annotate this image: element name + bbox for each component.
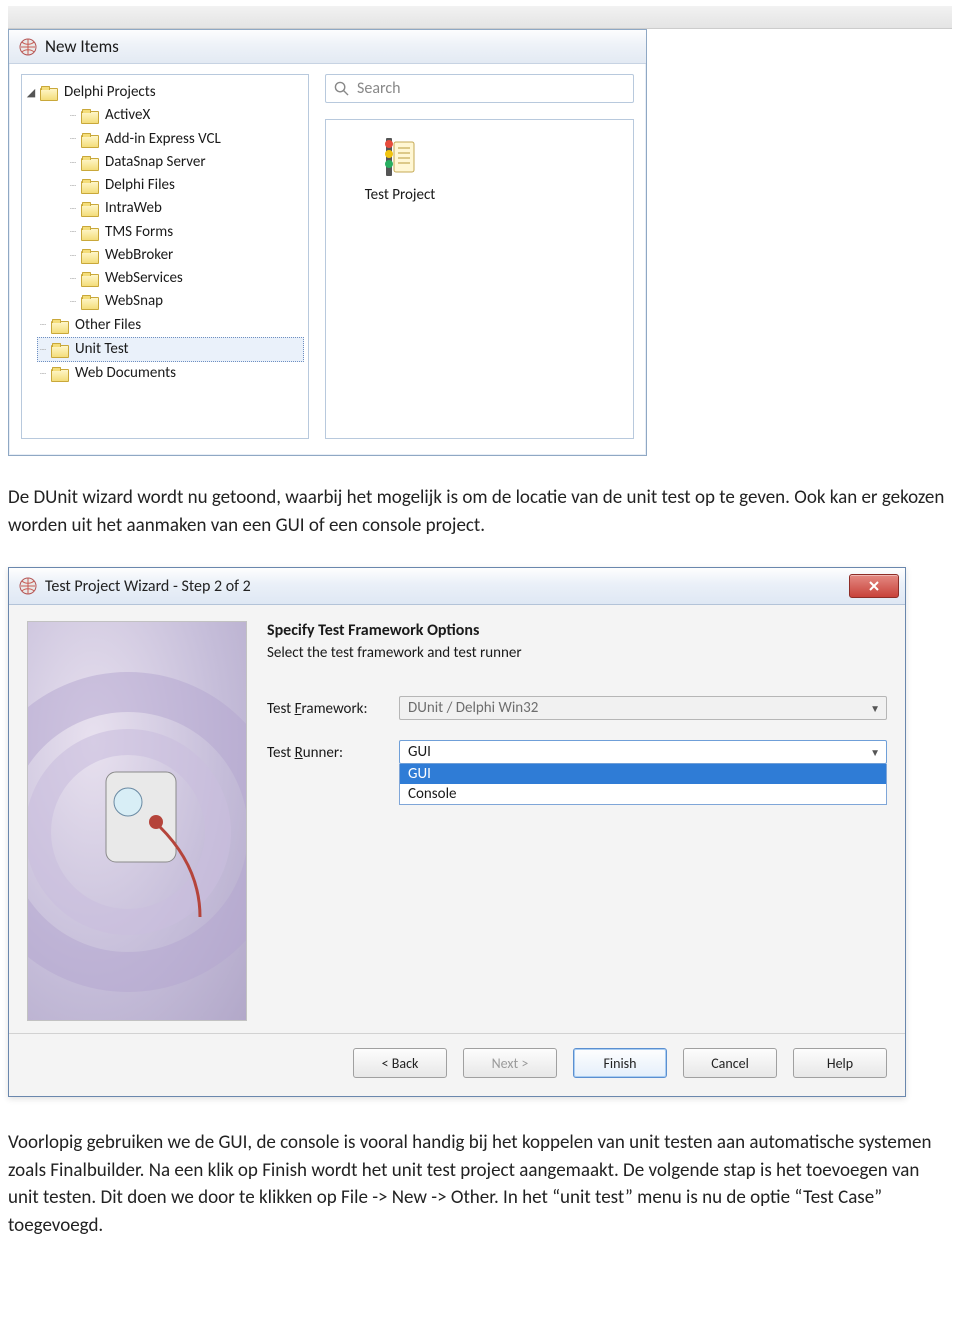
- tree-label: Other Files: [75, 314, 141, 337]
- runner-option-gui[interactable]: GUI: [400, 764, 886, 784]
- new-items-title: New Items: [45, 36, 119, 57]
- tree-connector-icon: ┈: [70, 178, 75, 194]
- help-button[interactable]: Help: [793, 1048, 887, 1078]
- wizard-titlebar: Test Project Wizard - Step 2 of 2: [9, 568, 905, 605]
- finish-button[interactable]: Finish: [573, 1048, 667, 1078]
- tree-connector-icon: ┈: [40, 342, 45, 358]
- background-toolbar-scrap: [8, 6, 952, 29]
- cancel-button[interactable]: Cancel: [683, 1048, 777, 1078]
- folder-icon: [81, 109, 97, 122]
- tree-connector-icon: ┈: [70, 131, 75, 147]
- folder-icon: [81, 226, 97, 239]
- tree-label: WebServices: [105, 267, 183, 290]
- paragraph-1: De DUnit wizard wordt nu getoond, waarbi…: [8, 484, 952, 539]
- tree-label: Delphi Projects: [64, 81, 156, 104]
- search-icon: [334, 81, 349, 96]
- tree-item-tmsforms[interactable]: ┈ TMS Forms: [70, 221, 304, 244]
- tree-connector-icon: ┈: [70, 108, 75, 124]
- runner-dropdown: GUI Console: [399, 764, 887, 805]
- folder-icon: [81, 202, 97, 215]
- paragraph-2: Voorlopig gebruiken we de GUI, de consol…: [8, 1129, 952, 1239]
- search-input[interactable]: Search: [325, 74, 634, 103]
- tree-connector-icon: ┈: [70, 155, 75, 171]
- tree-item-otherfiles[interactable]: ┈ Other Files: [40, 314, 304, 337]
- tree-label: TMS Forms: [105, 221, 173, 244]
- tree-connector-icon: ┈: [70, 294, 75, 310]
- caret-down-icon: ◢: [26, 84, 36, 101]
- tree-connector-icon: ┈: [40, 317, 45, 333]
- close-icon: [868, 580, 880, 592]
- tree-connector-icon: ┈: [40, 366, 45, 382]
- tree-connector-icon: ┈: [70, 248, 75, 264]
- chevron-down-icon: ▼: [870, 746, 880, 759]
- tree-item-activex[interactable]: ┈ ActiveX: [70, 104, 304, 127]
- folder-icon: [81, 295, 97, 308]
- tree-item-websnap[interactable]: ┈ WebSnap: [70, 290, 304, 313]
- globe-icon: [19, 577, 37, 595]
- tree-connector-icon: ┈: [70, 224, 75, 240]
- item-label: Test Project: [340, 186, 460, 204]
- folder-icon: [51, 367, 67, 380]
- gear-image-icon: [28, 622, 246, 1020]
- tree-item-datasnap[interactable]: ┈ DataSnap Server: [70, 151, 304, 174]
- tree-label: ActiveX: [105, 104, 150, 127]
- tree-item-webbroker[interactable]: ┈ WebBroker: [70, 244, 304, 267]
- runner-value: GUI: [408, 743, 431, 761]
- chevron-down-icon: ▼: [870, 702, 880, 715]
- runner-label: Test Runner:: [267, 740, 399, 762]
- test-project-icon: [340, 134, 460, 180]
- folder-icon: [81, 156, 97, 169]
- runner-option-console[interactable]: Console: [400, 784, 886, 804]
- tree-item-intraweb[interactable]: ┈ IntraWeb: [70, 197, 304, 220]
- tree-label: DataSnap Server: [105, 151, 206, 174]
- tree-connector-icon: ┈: [70, 201, 75, 217]
- tree-item-webservices[interactable]: ┈ WebServices: [70, 267, 304, 290]
- tree-connector-icon: ┈: [70, 271, 75, 287]
- wizard-heading: Specify Test Framework Options: [267, 621, 887, 640]
- tree-label: IntraWeb: [105, 197, 162, 220]
- category-tree[interactable]: ◢ Delphi Projects ┈ ActiveX ┈ Add-in Expres…: [21, 74, 309, 439]
- new-items-titlebar: New Items: [9, 30, 646, 64]
- folder-icon: [81, 179, 97, 192]
- tree-item-unittest[interactable]: ┈ Unit Test: [37, 337, 304, 362]
- folder-icon: [81, 133, 97, 146]
- next-button: Next >: [463, 1048, 557, 1078]
- globe-icon: [19, 38, 37, 56]
- folder-icon: [81, 249, 97, 262]
- wizard-subheading: Select the test framework and test runne…: [267, 644, 887, 662]
- wizard-window: Test Project Wizard - Step 2 of 2 Specif…: [8, 567, 906, 1097]
- runner-combo[interactable]: GUI ▼: [399, 740, 887, 764]
- wizard-footer: < Back Next > Finish Cancel Help: [9, 1033, 905, 1096]
- items-panel: Test Project: [325, 119, 634, 439]
- wizard-decorative-image: [27, 621, 247, 1021]
- item-test-project[interactable]: Test Project: [340, 134, 460, 204]
- framework-combo: DUnit / Delphi Win32 ▼: [399, 696, 887, 720]
- tree-label: WebBroker: [105, 244, 173, 267]
- back-button[interactable]: < Back: [353, 1048, 447, 1078]
- tree-root[interactable]: ◢ Delphi Projects: [26, 81, 304, 104]
- folder-icon: [51, 319, 67, 332]
- tree-item-delphifiles[interactable]: ┈ Delphi Files: [70, 174, 304, 197]
- framework-value: DUnit / Delphi Win32: [408, 699, 538, 717]
- tree-label: WebSnap: [105, 290, 163, 313]
- folder-icon: [40, 86, 56, 99]
- search-placeholder: Search: [357, 79, 401, 98]
- tree-label: Add-in Express VCL: [105, 128, 221, 151]
- tree-label: Delphi Files: [105, 174, 175, 197]
- wizard-title: Test Project Wizard - Step 2 of 2: [45, 577, 251, 596]
- framework-label: Test Framework:: [267, 696, 399, 718]
- tree-item-webdocs[interactable]: ┈ Web Documents: [40, 362, 304, 385]
- folder-icon: [51, 343, 67, 356]
- tree-label: Unit Test: [75, 338, 129, 361]
- tree-item-addin[interactable]: ┈ Add-in Express VCL: [70, 128, 304, 151]
- new-items-window: New Items ◢ Delphi Projects ┈ ActiveX ┈ Add…: [8, 29, 647, 456]
- close-button[interactable]: [849, 574, 899, 598]
- tree-label: Web Documents: [75, 362, 176, 385]
- folder-icon: [81, 272, 97, 285]
